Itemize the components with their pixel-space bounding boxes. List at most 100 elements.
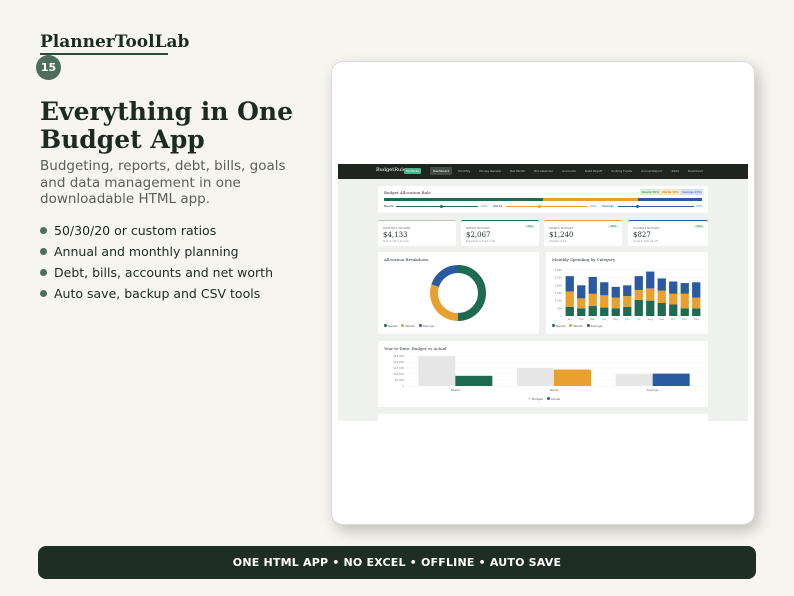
app-nav-item[interactable]: Monthly (455, 167, 473, 175)
x-tick-label: Jan (567, 317, 572, 321)
legend-label: Needs (388, 324, 398, 328)
page-number-badge: 15 (36, 55, 61, 80)
y-tick-label: 2,500 (555, 276, 563, 280)
app-screenshot: BudgetRule 50/30/20 Dashboard Monthly Mone… (338, 164, 748, 421)
brand-underline (40, 53, 168, 55)
bar-budget-wants (517, 368, 554, 386)
feature-item: 50/30/20 or custom ratios (40, 220, 273, 241)
bar-wants-sep (657, 290, 666, 303)
app-logo: BudgetRule (376, 167, 406, 173)
bar-wants-mar (588, 293, 597, 307)
bar-needs-jul (634, 299, 643, 316)
donut-legend: Needs Wants Savings (384, 324, 434, 328)
legend-swatch (418, 324, 422, 327)
bar-savings-aug (646, 271, 655, 289)
app-nav-items: Dashboard Monthly Money Review Net Worth Bil… (430, 167, 706, 175)
bar-needs-aug (646, 300, 655, 316)
bar-wants-jun (623, 296, 632, 307)
legend-label: Budget (532, 397, 543, 401)
wants-pill: Wants 30% (660, 189, 681, 195)
donut-chart (430, 265, 486, 321)
brand-name: PlannerToolLab (40, 32, 190, 52)
wants-slider[interactable] (506, 206, 588, 207)
x-tick-label: Mar (590, 317, 596, 321)
slider-label-savings: Savings (602, 204, 614, 208)
y-tick-label: $25,000 (393, 354, 404, 358)
feature-text: Auto save, backup and CSV tools (54, 286, 261, 301)
kpi-card-wants: WANTS BUDGET $1,240 Lifestyle & fun 30% (544, 220, 622, 246)
donut-panel: Allocation Breakdown Needs Wants Savings (378, 252, 539, 334)
subheadline: Budgeting, reports, debt, bills, goals a… (40, 158, 286, 207)
legend-wants: Wants (569, 324, 583, 328)
feature-item: Annual and monthly planning (40, 241, 273, 262)
bar-needs-may (611, 308, 620, 316)
legend-label: Actual (550, 397, 561, 401)
x-tick-label: Oct (671, 317, 676, 321)
kpi-label: SAVINGS BUDGET (633, 226, 660, 230)
x-tick-label: Dec (694, 317, 700, 321)
ytd-panel: Year-to-Date: Budget vs Actual $25,000 $2… (378, 341, 708, 407)
y-tick-label: 0 (560, 314, 562, 318)
bar-savings-mar (588, 276, 597, 294)
legend-swatch (552, 324, 555, 327)
bar-needs-apr (600, 307, 609, 316)
bullet-icon (40, 269, 47, 276)
app-nav-item[interactable]: Debt Payoff (582, 167, 605, 175)
legend-swatch (546, 397, 550, 400)
x-tick-label: Apr (602, 317, 607, 321)
savings-slider-thumb[interactable] (636, 205, 639, 208)
bar-wants-jan (565, 291, 574, 307)
kpi-value: $2,067 (466, 231, 491, 239)
bar-wants-nov (680, 293, 689, 309)
kpi-value: $1,240 (549, 231, 574, 239)
bar-savings-dec (692, 282, 701, 298)
bar-budget-savings (615, 374, 653, 386)
app-nav-item[interactable]: Download (685, 167, 706, 175)
feature-list: 50/30/20 or custom ratios Annual and mon… (40, 220, 273, 304)
monthly-spending-panel: Monthly Spending by Category 3,000 2,500 2… (546, 252, 708, 334)
bar-savings-feb (577, 285, 586, 299)
slider-value-wants: 30% (590, 204, 597, 208)
bar-savings-nov (680, 283, 689, 294)
allocation-needs-segment (384, 198, 543, 201)
app-nav-item[interactable]: Annual Report (638, 167, 665, 175)
donut-slice-needs (457, 265, 486, 321)
x-tick-label: Needs (451, 388, 461, 392)
donut-slice-savings (431, 265, 459, 288)
legend-label: Needs (556, 324, 566, 328)
bar-savings-jul (634, 276, 643, 290)
legend-needs: Needs (384, 324, 397, 328)
bar-needs-nov (680, 308, 689, 316)
y-tick-label: 500 (557, 306, 562, 310)
y-tick-label: $5,000 (395, 378, 404, 382)
kpi-card-income: MONTHLY INCOME $4,133 This month's incom… (378, 220, 456, 246)
next-panel (378, 414, 708, 421)
app-nav-item[interactable]: Dashboard (430, 167, 453, 175)
bar-needs-jun (623, 306, 632, 316)
x-tick-label: Jun (624, 317, 629, 321)
feature-item: Auto save, backup and CSV tools (40, 283, 273, 304)
bar-wants-jul (634, 289, 643, 300)
legend-label: Wants (573, 324, 583, 328)
wants-slider-thumb[interactable] (538, 205, 541, 208)
bar-needs-sep (657, 302, 666, 316)
app-nav-item[interactable]: Money Review (476, 167, 504, 175)
app-nav-item[interactable]: 2024 (668, 167, 682, 175)
app-nav-item[interactable]: Net Worth (507, 167, 528, 175)
needs-slider[interactable] (396, 206, 478, 207)
feature-text: 50/30/20 or custom ratios (54, 223, 217, 238)
feature-text: Debt, bills, accounts and net worth (54, 265, 274, 280)
app-nav-item[interactable]: Bill Calendar (531, 167, 556, 175)
app-nav-item[interactable]: Accounts (559, 167, 579, 175)
monthly-legend: Needs Wants Savings (552, 324, 602, 328)
allocation-title: Budget Allocation Rule (384, 190, 431, 195)
savings-slider[interactable] (618, 206, 694, 207)
kpi-note: Essentials & fixed costs (466, 240, 496, 243)
y-tick-label: 2,000 (555, 283, 563, 287)
app-nav-item[interactable]: Sinking Funds (608, 167, 635, 175)
allocation-sliders: Needs 50% Wants 30% Savings 20% (384, 204, 703, 208)
needs-slider-thumb[interactable] (440, 205, 443, 208)
bar-budget-needs (418, 356, 456, 386)
legend-savings: Savings (586, 324, 602, 328)
legend-budget: Budget (528, 397, 543, 401)
